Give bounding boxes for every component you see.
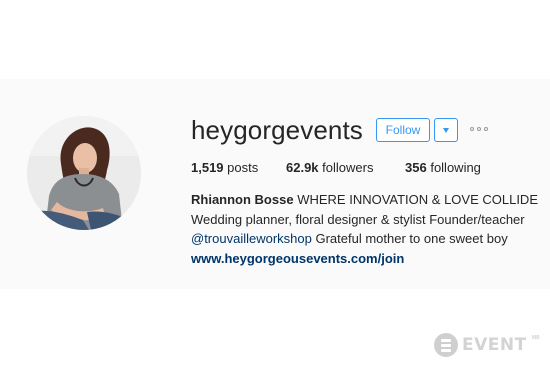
more-dot: [484, 127, 488, 131]
bio-website-link[interactable]: www.heygorgeousevents.com/join: [191, 251, 404, 266]
following-label: following: [430, 160, 481, 175]
instagram-profile-page: heygorgevents Follow 1,519 posts 62.9k f…: [0, 0, 550, 365]
bio-full-name: Rhiannon Bosse: [191, 192, 294, 207]
profile-username: heygorgevents: [191, 115, 363, 145]
posts-count: 1,519: [191, 160, 224, 175]
bio-line-1: Rhiannon Bosse WHERE INNOVATION & LOVE C…: [191, 190, 541, 210]
bio-line-3: @trouvailleworkshop Grateful mother to o…: [191, 229, 541, 249]
following-count: 356: [405, 160, 427, 175]
following-stat[interactable]: 356 following: [405, 160, 481, 175]
followers-count: 62.9k: [286, 160, 319, 175]
bio-line-4: www.heygorgeousevents.com/join: [191, 249, 541, 269]
follow-button[interactable]: Follow: [376, 118, 430, 142]
avatar-photo: [27, 116, 141, 230]
follow-options-button[interactable]: [434, 118, 458, 142]
posts-stat: 1,519 posts: [191, 160, 258, 175]
watermark-text: EVENT: [462, 335, 527, 355]
followers-stat[interactable]: 62.9k followers: [286, 160, 373, 175]
profile-avatar[interactable]: [27, 116, 141, 230]
profile-bio: Rhiannon Bosse WHERE INNOVATION & LOVE C…: [191, 190, 541, 268]
posts-label: posts: [227, 160, 259, 175]
bio-mention-link[interactable]: @trouvailleworkshop: [191, 231, 312, 246]
caret-down-icon: [443, 128, 449, 133]
more-dot: [477, 127, 481, 131]
more-dot: [470, 127, 474, 131]
bio-tagline: WHERE INNOVATION & LOVE COLLIDE: [297, 192, 538, 207]
bio-line-3-text: Grateful mother to one sweet boy: [315, 231, 508, 246]
bio-line-2: Wedding planner, floral designer & styli…: [191, 211, 525, 227]
event-logo-icon: [434, 333, 458, 357]
followers-label: followers: [322, 160, 374, 175]
more-options-icon[interactable]: [470, 124, 490, 136]
event-watermark: EVENT MB: [434, 333, 546, 357]
watermark-superscript: MB: [532, 335, 540, 341]
